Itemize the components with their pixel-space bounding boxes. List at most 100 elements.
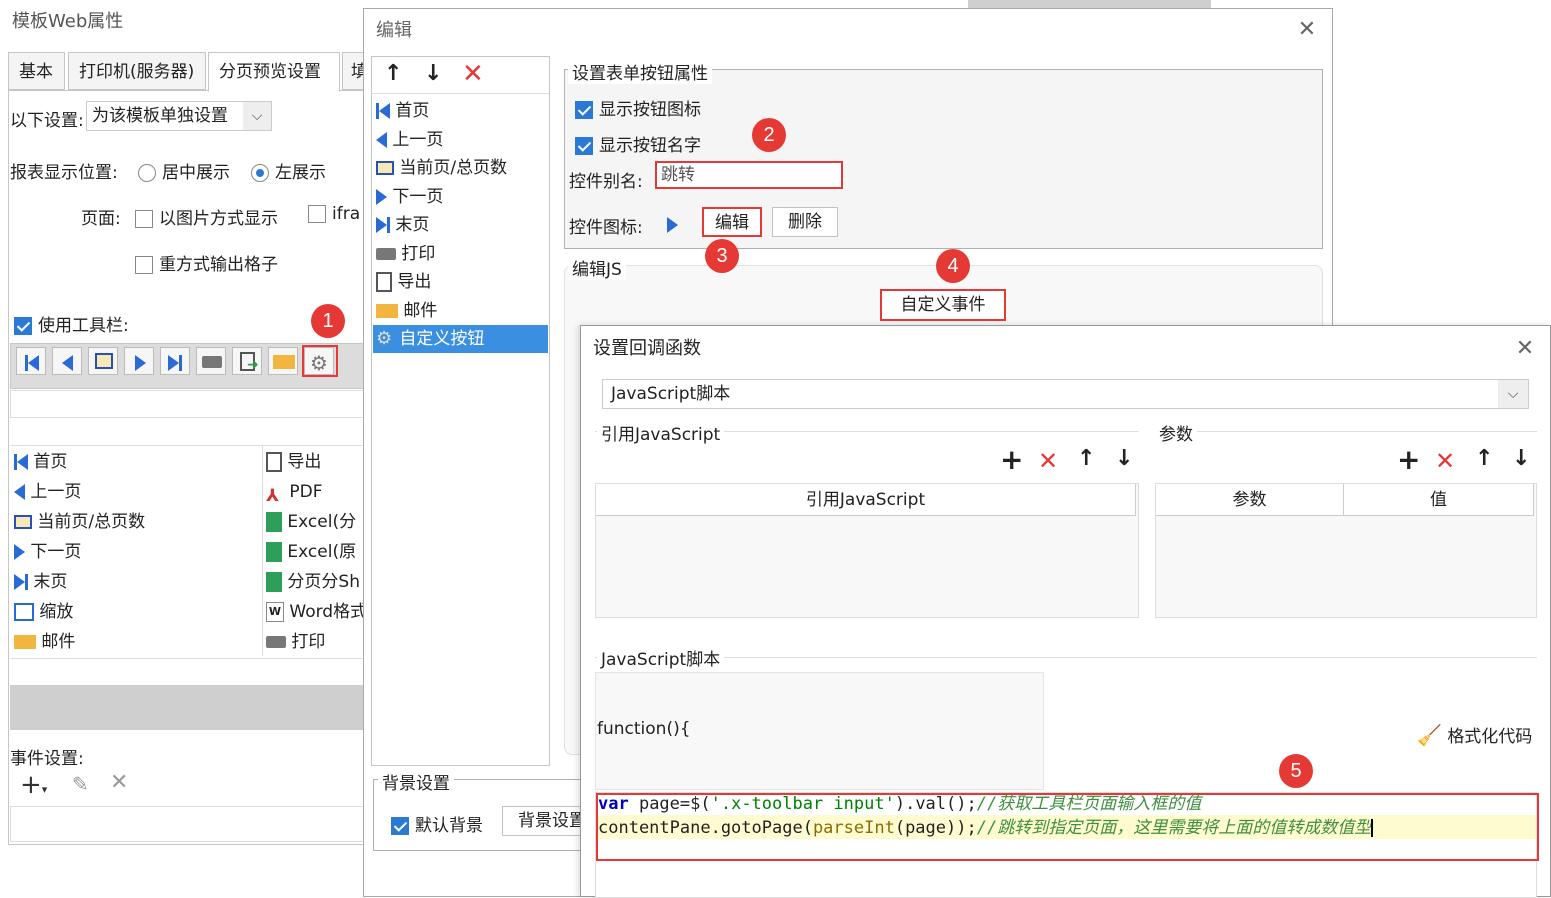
default-background-checkbox[interactable]: 默认背景 — [391, 811, 483, 836]
callback-window: 设置回调函数 ✕ JavaScript脚本 ⌵ 引用JavaScript + ✕… — [580, 325, 1551, 898]
delete-icon[interactable]: ✕ — [462, 59, 484, 89]
list-item-first[interactable]: 首页 — [14, 448, 67, 476]
button-list: 首页 上一页 当前页/总页数 下一页 末页 缩放 邮件 导出 ⅄ PDF Exc… — [10, 445, 366, 686]
tab-page-preview[interactable]: 分页预览设置 — [208, 52, 340, 92]
list-item-export[interactable]: 导出 — [266, 448, 321, 476]
print-icon[interactable] — [196, 347, 226, 375]
list-item-print[interactable]: 打印 — [266, 628, 325, 656]
first-page-icon[interactable] — [16, 347, 46, 375]
image-display-checkbox[interactable]: 以图片方式显示 — [135, 204, 278, 229]
position-left-radio[interactable]: 左展示 — [251, 158, 326, 183]
param-add-icon[interactable]: + — [1397, 446, 1420, 474]
list-item-last[interactable]: 末页 — [14, 568, 67, 596]
delete-icon-button[interactable]: 删除 — [772, 207, 838, 237]
close-icon[interactable]: ✕ — [1296, 19, 1318, 41]
list-item-next[interactable]: 下一页 — [14, 538, 81, 566]
edit-js-title: 编辑JS — [568, 255, 626, 280]
toolbar-blank-row — [10, 390, 365, 418]
page-count-icon[interactable] — [88, 347, 118, 375]
ref-js-table: 引用JavaScript — [595, 483, 1139, 618]
edit-list-first[interactable]: 首页 — [376, 97, 429, 125]
function-header: function(){ — [597, 719, 691, 739]
list-item-mail[interactable]: 邮件 — [14, 628, 75, 656]
edit-list-print[interactable]: 打印 — [376, 240, 435, 268]
param-column-header: 参数 — [1156, 484, 1344, 516]
list-item-word[interactable]: W Word格式 — [266, 598, 366, 626]
edit-list-custom-button[interactable]: ⚙ 自定义按钮 — [373, 325, 548, 353]
tab-basic[interactable]: 基本 — [8, 52, 65, 90]
param-title: 参数 — [1155, 420, 1197, 445]
page-label: 页面: — [81, 209, 121, 229]
setting-label: 以下设置: — [10, 111, 84, 131]
alias-label: 控件别名: — [569, 172, 643, 192]
show-icon-checkbox[interactable]: 显示按钮图标 — [575, 95, 701, 120]
button-props-title: 设置表单按钮属性 — [568, 59, 712, 84]
highlight-gear — [302, 345, 338, 377]
custom-event-button[interactable]: 自定义事件 — [880, 289, 1006, 321]
play-icon — [667, 215, 678, 235]
prev-page-icon[interactable] — [52, 347, 82, 375]
param-delete-icon[interactable]: ✕ — [1435, 447, 1455, 475]
ref-js-title: 引用JavaScript — [597, 420, 725, 445]
delete-event-icon[interactable]: ✕ — [110, 770, 128, 795]
alias-input[interactable]: 跳转 — [655, 161, 843, 189]
param-up-icon[interactable]: ↑ — [1475, 446, 1493, 471]
event-list — [10, 806, 365, 842]
iframe-checkbox[interactable]: ifra — [308, 204, 368, 224]
grid-output-checkbox[interactable]: 重方式输出格子 — [135, 250, 278, 275]
param-table: 参数 值 — [1155, 483, 1537, 618]
param-down-icon[interactable]: ↓ — [1512, 446, 1530, 471]
export-icon[interactable]: ➜ — [232, 347, 262, 375]
edit-icon-button[interactable]: 编辑 — [702, 207, 762, 237]
show-name-checkbox[interactable]: 显示按钮名字 — [575, 131, 701, 156]
ref-up-icon[interactable]: ↑ — [1077, 446, 1095, 471]
highlight-code — [596, 793, 1539, 861]
list-item-excel-page[interactable]: Excel(分 — [266, 508, 366, 536]
chevron-down-icon: ⌵ — [1498, 380, 1528, 408]
ref-add-icon[interactable]: + — [1000, 446, 1023, 474]
window-title: 模板Web属性 — [12, 11, 124, 32]
callback-window-title: 设置回调函数 — [593, 338, 701, 359]
template-web-properties-window: 模板Web属性 基本 打印机(服务器) 分页预览设置 填 以下设置: 为该模板单… — [0, 0, 375, 897]
ref-delete-icon[interactable]: ✕ — [1038, 447, 1058, 475]
edit-event-icon[interactable]: ✎ — [72, 772, 89, 796]
edit-list-mail[interactable]: 邮件 — [376, 297, 437, 325]
list-item-excel-sheet[interactable]: 分页分Sh — [266, 568, 366, 596]
edit-list-last[interactable]: 末页 — [376, 211, 429, 239]
value-column-header: 值 — [1344, 484, 1534, 516]
list-item-pdf[interactable]: ⅄ PDF — [266, 478, 323, 506]
move-down-icon[interactable]: ↓ — [424, 61, 442, 86]
step-badge-1: 1 — [311, 304, 345, 338]
mail-icon[interactable] — [268, 347, 298, 375]
edit-list-prev[interactable]: 上一页 — [376, 126, 443, 154]
event-settings-label: 事件设置: — [10, 749, 84, 769]
edit-list-export[interactable]: 导出 — [376, 268, 431, 296]
ref-js-column-header: 引用JavaScript — [596, 484, 1136, 516]
step-badge-3: 3 — [705, 239, 739, 273]
list-item-prev[interactable]: 上一页 — [14, 478, 81, 506]
list-item-page-count[interactable]: 当前页/总页数 — [14, 508, 145, 536]
close-icon[interactable]: ✕ — [1514, 338, 1536, 360]
format-code-button[interactable]: 🧹 格式化代码 — [1417, 722, 1532, 747]
add-event-icon[interactable]: +▾ — [20, 770, 47, 800]
use-toolbar-checkbox[interactable]: 使用工具栏: — [14, 311, 129, 336]
list-item-zoom[interactable]: 缩放 — [14, 598, 73, 626]
setting-select[interactable]: 为该模板单独设置 ⌵ — [86, 101, 272, 131]
broom-icon: 🧹 — [1417, 723, 1442, 747]
tab-printer[interactable]: 打印机(服务器) — [68, 52, 206, 90]
last-page-icon[interactable] — [160, 347, 190, 375]
step-badge-2: 2 — [752, 118, 786, 152]
step-badge-5: 5 — [1279, 754, 1313, 788]
button-list-panel: ↑ ↓ ✕ 首页 上一页 当前页/总页数 下一页 末页 打印 导出 邮件 ⚙ 自… — [371, 56, 550, 766]
js-script-title: JavaScript脚本 — [597, 645, 725, 670]
script-type-select[interactable]: JavaScript脚本 ⌵ — [602, 379, 1529, 409]
icon-label: 控件图标: — [569, 218, 643, 238]
edit-list-page-count[interactable]: 当前页/总页数 — [376, 154, 507, 182]
list-item-excel-original[interactable]: Excel(原 — [266, 538, 366, 566]
next-page-icon[interactable] — [124, 347, 154, 375]
edit-list-next[interactable]: 下一页 — [376, 183, 443, 211]
background-title: 背景设置 — [378, 769, 454, 794]
move-up-icon[interactable]: ↑ — [384, 61, 402, 86]
position-center-radio[interactable]: 居中展示 — [138, 158, 230, 183]
ref-down-icon[interactable]: ↓ — [1115, 446, 1133, 471]
